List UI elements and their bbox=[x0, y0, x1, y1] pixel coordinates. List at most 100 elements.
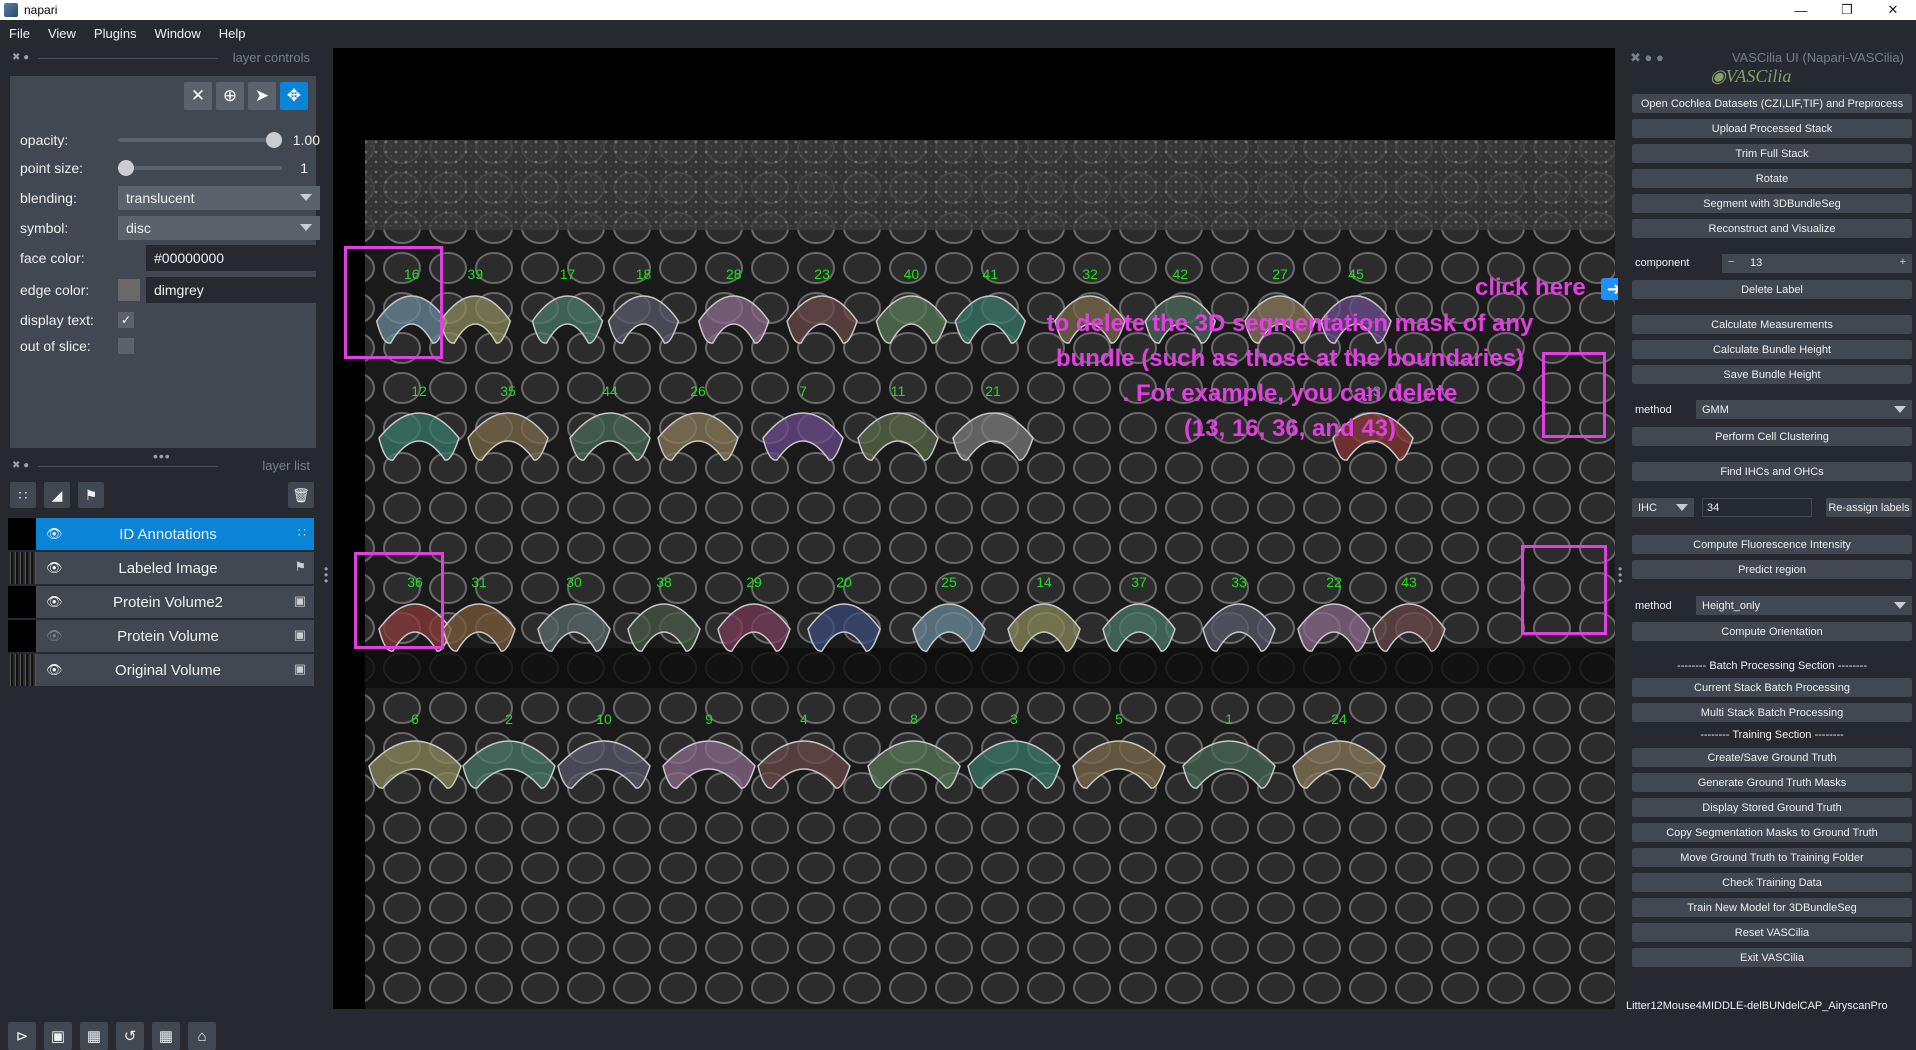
reassign-labels-button[interactable]: Re-assign labels bbox=[1826, 498, 1912, 517]
pan-zoom-icon[interactable]: ✥ bbox=[280, 82, 308, 110]
menu-view[interactable]: View bbox=[39, 26, 85, 41]
bundle-label-18: 18 bbox=[636, 266, 652, 282]
exit-vascilia-button[interactable]: Exit VASCilia bbox=[1632, 948, 1912, 967]
layer-item-labeled-image[interactable]: 👁 Labeled Image ⚑ bbox=[8, 552, 314, 584]
trim-stack-button[interactable]: Trim Full Stack bbox=[1632, 144, 1912, 163]
edge-color-input[interactable]: dimgrey bbox=[146, 277, 320, 303]
out-of-slice-checkbox[interactable] bbox=[118, 338, 134, 354]
home-icon[interactable]: ⌂ bbox=[188, 1022, 216, 1050]
minus-icon[interactable]: − bbox=[1728, 256, 1734, 268]
generate-gt-masks-button[interactable]: Generate Ground Truth Masks bbox=[1632, 773, 1912, 792]
new-points-layer-icon[interactable]: ∷ bbox=[10, 482, 36, 508]
open-datasets-button[interactable]: Open Cochlea Datasets (CZI,LIF,TIF) and … bbox=[1632, 94, 1912, 113]
layer-thumbnail bbox=[8, 586, 36, 618]
menu-window[interactable]: Window bbox=[146, 26, 210, 41]
display-stored-gt-button[interactable]: Display Stored Ground Truth bbox=[1632, 798, 1912, 817]
new-shapes-layer-icon[interactable]: ◢ bbox=[44, 482, 70, 508]
orientation-method-select[interactable]: Height_only bbox=[1696, 596, 1912, 615]
menu-plugins[interactable]: Plugins bbox=[85, 26, 146, 41]
move-gt-button[interactable]: Move Ground Truth to Training Folder bbox=[1632, 848, 1912, 867]
reconstruct-button[interactable]: Reconstruct and Visualize bbox=[1632, 219, 1912, 238]
layer-item-protein-volume2[interactable]: 👁 Protein Volume2 ▣ bbox=[8, 586, 314, 618]
delete-layer-icon[interactable]: 🗑 bbox=[288, 482, 314, 508]
compute-fluorescence-button[interactable]: Compute Fluorescence Intensity bbox=[1632, 535, 1912, 554]
grid-icon[interactable]: ▦ bbox=[152, 1022, 180, 1050]
face-color-swatch[interactable] bbox=[118, 247, 140, 269]
face-color-input[interactable]: #00000000 bbox=[146, 245, 320, 271]
select-points-icon[interactable]: ➤ bbox=[248, 82, 276, 110]
upload-stack-button[interactable]: Upload Processed Stack bbox=[1632, 119, 1912, 138]
reassign-input[interactable]: 34 bbox=[1702, 498, 1812, 517]
add-points-icon[interactable]: ⊕ bbox=[216, 82, 244, 110]
compute-orientation-button[interactable]: Compute Orientation bbox=[1632, 622, 1912, 641]
multi-stack-batch-button[interactable]: Multi Stack Batch Processing bbox=[1632, 703, 1912, 722]
viewer-buttons: ⊳ ▣ ▦ ↺ ▦ ⌂ bbox=[8, 1022, 216, 1050]
find-ihcs-ohcs-button[interactable]: Find IHCs and OHCs bbox=[1632, 462, 1912, 481]
highlight-box-16 bbox=[344, 246, 443, 359]
dock-float-icon[interactable]: ✖ ● ● bbox=[1630, 50, 1664, 65]
bundle-label-9: 9 bbox=[705, 711, 713, 727]
train-model-button[interactable]: Train New Model for 3DBundleSeg bbox=[1632, 898, 1912, 917]
calculate-measurements-button[interactable]: Calculate Measurements bbox=[1632, 315, 1912, 334]
opacity-row: opacity: 1.00 bbox=[20, 128, 320, 152]
plus-icon[interactable]: + bbox=[1900, 256, 1906, 268]
viewer-canvas[interactable]: 16 39 17 18 28 23 40 41 32 42 27 45 12 35 44 26 7 11 21 13 3… bbox=[333, 48, 1615, 1009]
annotation-line-3: . For example, you can delete bbox=[1122, 380, 1458, 407]
dock-resize-handle[interactable]: • • • bbox=[1618, 563, 1622, 587]
dock-resize-handle[interactable]: • • • bbox=[324, 563, 328, 587]
layer-item-id-annotations[interactable]: 👁 ID Annotations ∷ bbox=[8, 518, 314, 550]
transpose-icon[interactable]: ↺ bbox=[116, 1022, 144, 1050]
roll-dims-icon[interactable]: ▦ bbox=[80, 1022, 108, 1050]
create-ground-truth-button[interactable]: Create/Save Ground Truth bbox=[1632, 748, 1912, 767]
cell-type-select[interactable]: IHC bbox=[1632, 498, 1694, 517]
segment-button[interactable]: Segment with 3DBundleSeg bbox=[1632, 194, 1912, 213]
layer-tools: ∷ ◢ ⚑ 🗑 bbox=[10, 482, 316, 510]
blending-select[interactable]: translucent bbox=[118, 186, 320, 210]
symbol-select[interactable]: disc bbox=[118, 216, 320, 240]
display-text-checkbox[interactable]: ✓ bbox=[118, 312, 134, 328]
bundle-label-45: 45 bbox=[1348, 266, 1364, 282]
component-spinbox[interactable]: − 13 + bbox=[1722, 254, 1912, 273]
bundle-label-38: 38 bbox=[656, 574, 672, 590]
opacity-slider-handle[interactable] bbox=[266, 132, 282, 148]
copy-masks-button[interactable]: Copy Segmentation Masks to Ground Truth bbox=[1632, 823, 1912, 842]
component-value: 13 bbox=[1750, 257, 1763, 269]
edge-color-swatch[interactable] bbox=[118, 279, 140, 301]
dock-float-icon[interactable]: ✖ ● bbox=[12, 460, 29, 471]
delete-points-icon[interactable]: ✕ bbox=[184, 82, 212, 110]
close-icon[interactable]: ✕ bbox=[1870, 0, 1916, 20]
annotation-line-4: (13, 16, 36, and 43) bbox=[1183, 415, 1397, 442]
menu-help[interactable]: Help bbox=[210, 26, 255, 41]
restore-icon[interactable]: ❐ bbox=[1824, 0, 1870, 20]
layer-name: Original Volume bbox=[115, 662, 221, 679]
ndisplay-3d-icon[interactable]: ▣ bbox=[44, 1022, 72, 1050]
vascilia-logo-text: VASCilia bbox=[1725, 66, 1792, 86]
check-training-data-button[interactable]: Check Training Data bbox=[1632, 873, 1912, 892]
dock-float-icon[interactable]: ✖ ● bbox=[12, 52, 29, 63]
delete-label-button[interactable]: Delete Label bbox=[1632, 280, 1912, 299]
rotate-button[interactable]: Rotate bbox=[1632, 169, 1912, 188]
predict-region-button[interactable]: Predict region bbox=[1632, 560, 1912, 579]
bundle-label-6: 6 bbox=[411, 711, 419, 727]
bundle-label-28: 28 bbox=[726, 266, 742, 282]
component-label: component bbox=[1635, 257, 1690, 269]
layer-item-original-volume[interactable]: 👁 Original Volume ▣ bbox=[8, 654, 314, 686]
current-stack-batch-button[interactable]: Current Stack Batch Processing bbox=[1632, 678, 1912, 697]
minimize-icon[interactable]: — bbox=[1778, 0, 1824, 20]
opacity-slider[interactable] bbox=[118, 132, 282, 148]
save-bundle-height-button[interactable]: Save Bundle Height bbox=[1632, 365, 1912, 384]
new-labels-layer-icon[interactable]: ⚑ bbox=[78, 482, 104, 508]
menu-file[interactable]: File bbox=[0, 26, 39, 41]
calculate-bundle-height-button[interactable]: Calculate Bundle Height bbox=[1632, 340, 1912, 359]
layer-item-protein-volume[interactable]: 👁 Protein Volume ▣ bbox=[8, 620, 314, 652]
method-select[interactable]: GMM bbox=[1696, 400, 1912, 419]
reset-vascilia-button[interactable]: Reset VASCilia bbox=[1632, 923, 1912, 942]
point-size-slider-handle[interactable] bbox=[118, 160, 134, 176]
click-here-annotation: click here bbox=[1475, 274, 1586, 301]
orientation-method-value: Height_only bbox=[1702, 599, 1761, 612]
status-filename: Litter12Mouse4MIDDLE-delBUNdelCAP_Airysc… bbox=[1626, 1000, 1888, 1012]
annotation-line-1: to delete the 3D segmentation mask of an… bbox=[1046, 310, 1534, 337]
console-icon[interactable]: ⊳ bbox=[8, 1022, 36, 1050]
perform-clustering-button[interactable]: Perform Cell Clustering bbox=[1632, 427, 1912, 446]
point-size-slider[interactable] bbox=[118, 160, 282, 176]
